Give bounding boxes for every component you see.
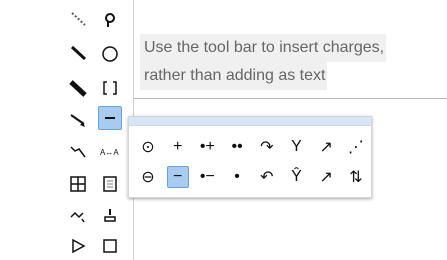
ring-icon[interactable] [98,42,122,66]
template-icon[interactable] [98,172,122,196]
charge-dot-icon[interactable]: • [226,166,248,188]
bracket-icon[interactable] [98,76,122,100]
lasso-icon[interactable] [98,8,122,32]
square-icon[interactable] [98,234,122,258]
charge-tool-icon[interactable] [98,106,122,130]
tooltip-line-2: rather than adding as text [140,62,328,90]
reaction-arrow-icon[interactable] [66,140,90,164]
charge-plus-icon[interactable]: + [167,136,189,158]
charge-curly-icon[interactable]: ⇅ [345,166,367,188]
charge-row-positive: ⊙ + •+ •• ↷ Y ↗ ⋰ [137,133,367,161]
charge-circle-minus-icon[interactable]: ⊖ [137,166,159,188]
svg-text:A↔A: A↔A [100,148,119,157]
toolbar: A↔A [0,0,133,260]
triangle-icon[interactable] [66,234,90,258]
charge-minus-icon[interactable]: − [166,166,189,188]
charge-circle-plus-icon[interactable]: ⊙ [137,136,159,158]
table-icon[interactable] [66,172,90,196]
charge-dots-diagonal-icon[interactable]: ⋰ [345,136,367,158]
curved-arrow-icon[interactable] [66,204,90,228]
charge-arc-arrow-icon[interactable]: ↷ [256,136,278,158]
charge-fork-icon[interactable]: Y [286,136,308,158]
charge-dot-plus-icon[interactable]: •+ [196,136,218,158]
wavy-bond-icon[interactable] [66,8,90,32]
bold-bond-icon[interactable] [66,76,90,100]
single-bond-icon[interactable] [66,42,90,66]
charge-fork-alt-icon[interactable]: Ŷ [286,166,308,188]
tooltip-line-1: Use the tool bar to insert charges, [140,34,387,62]
hash-bond-icon[interactable] [66,108,90,132]
charge-popup-bar [129,117,371,126]
charge-two-dots-icon[interactable]: •• [226,136,248,158]
charge-arrow-icon[interactable]: ↗ [315,136,337,158]
charge-popup: ⊙ + •+ •• ↷ Y ↗ ⋰ ⊖ − •− • ↶ Ŷ ↗ ⇅ [128,116,372,198]
stamp-icon[interactable] [98,204,122,228]
charge-arrow-alt-icon[interactable]: ↗ [315,166,337,188]
charge-dot-minus-icon[interactable]: •− [196,166,218,188]
atom-atom-mapping-icon[interactable]: A↔A [98,140,122,164]
charge-row-negative: ⊖ − •− • ↶ Ŷ ↗ ⇅ [137,163,367,191]
charge-arc-icon[interactable]: ↶ [256,166,278,188]
tooltip: Use the tool bar to insert charges, rath… [140,34,387,90]
